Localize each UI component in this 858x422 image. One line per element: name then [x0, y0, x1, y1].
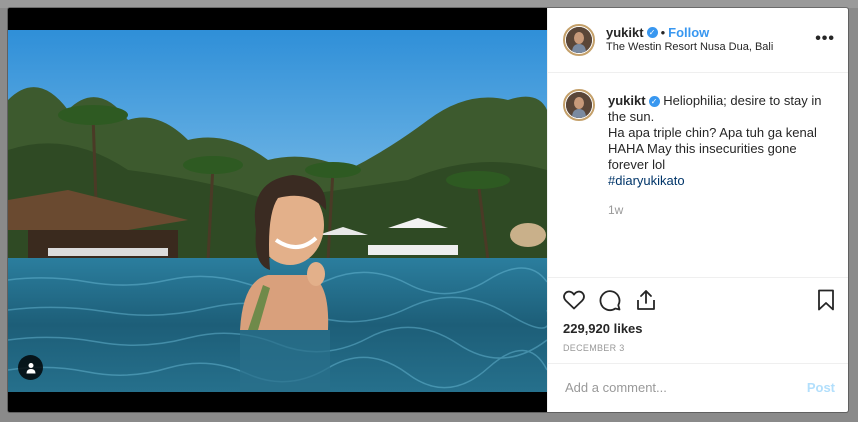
share-icon	[637, 290, 655, 310]
photo-area	[8, 8, 547, 412]
comments-section: yukikt ✓ Heliophilia; desire to stay in t…	[548, 73, 848, 276]
post-location[interactable]: The Westin Resort Nusa Dua, Bali	[606, 41, 773, 53]
share-button[interactable]	[634, 288, 658, 312]
verified-badge-icon: ✓	[648, 96, 660, 108]
avatar[interactable]	[563, 24, 595, 56]
header-username[interactable]: yukikt	[606, 25, 644, 40]
separator-dot: •	[660, 25, 666, 40]
caption-username[interactable]: yukikt	[608, 93, 646, 108]
verified-badge-icon: ✓	[646, 27, 658, 39]
caption-text-2: Ha apa triple chin? Apa tuh ga kenal HAH…	[608, 125, 817, 172]
post-photo[interactable]	[8, 30, 547, 392]
post-header: yukikt ✓ • Follow The Westin Resort Nusa Du…	[548, 8, 848, 73]
post-date: DECEMBER 3	[563, 343, 625, 353]
post-comment-button[interactable]: Post	[807, 380, 835, 395]
heart-icon	[563, 290, 585, 310]
background-feed	[0, 0, 858, 8]
post-details-panel: yukikt ✓ • Follow The Westin Resort Nusa Du…	[547, 8, 848, 412]
add-comment-bar: Post	[548, 363, 848, 412]
hashtag-link[interactable]: #diaryukikato	[608, 173, 685, 188]
caption-age: 1w	[608, 203, 624, 217]
bookmark-icon	[818, 289, 834, 311]
like-button[interactable]	[562, 288, 586, 312]
follow-button[interactable]: Follow	[668, 25, 709, 40]
caption-avatar[interactable]	[563, 89, 595, 121]
person-tag-icon	[26, 362, 35, 373]
post-actions: 229,920 likes DECEMBER 3	[548, 277, 848, 363]
comment-input[interactable]	[563, 379, 787, 396]
likes-count[interactable]: 229,920 likes	[563, 321, 643, 336]
comment-button[interactable]	[598, 288, 622, 312]
tag-people-button[interactable]	[18, 355, 43, 380]
save-button[interactable]	[814, 288, 838, 312]
post-caption: yukikt ✓ Heliophilia; desire to stay in t…	[608, 93, 828, 189]
more-options-icon[interactable]: •••	[815, 30, 835, 48]
comment-icon	[599, 290, 621, 312]
post-modal: yukikt ✓ • Follow The Westin Resort Nusa Du…	[8, 8, 848, 412]
